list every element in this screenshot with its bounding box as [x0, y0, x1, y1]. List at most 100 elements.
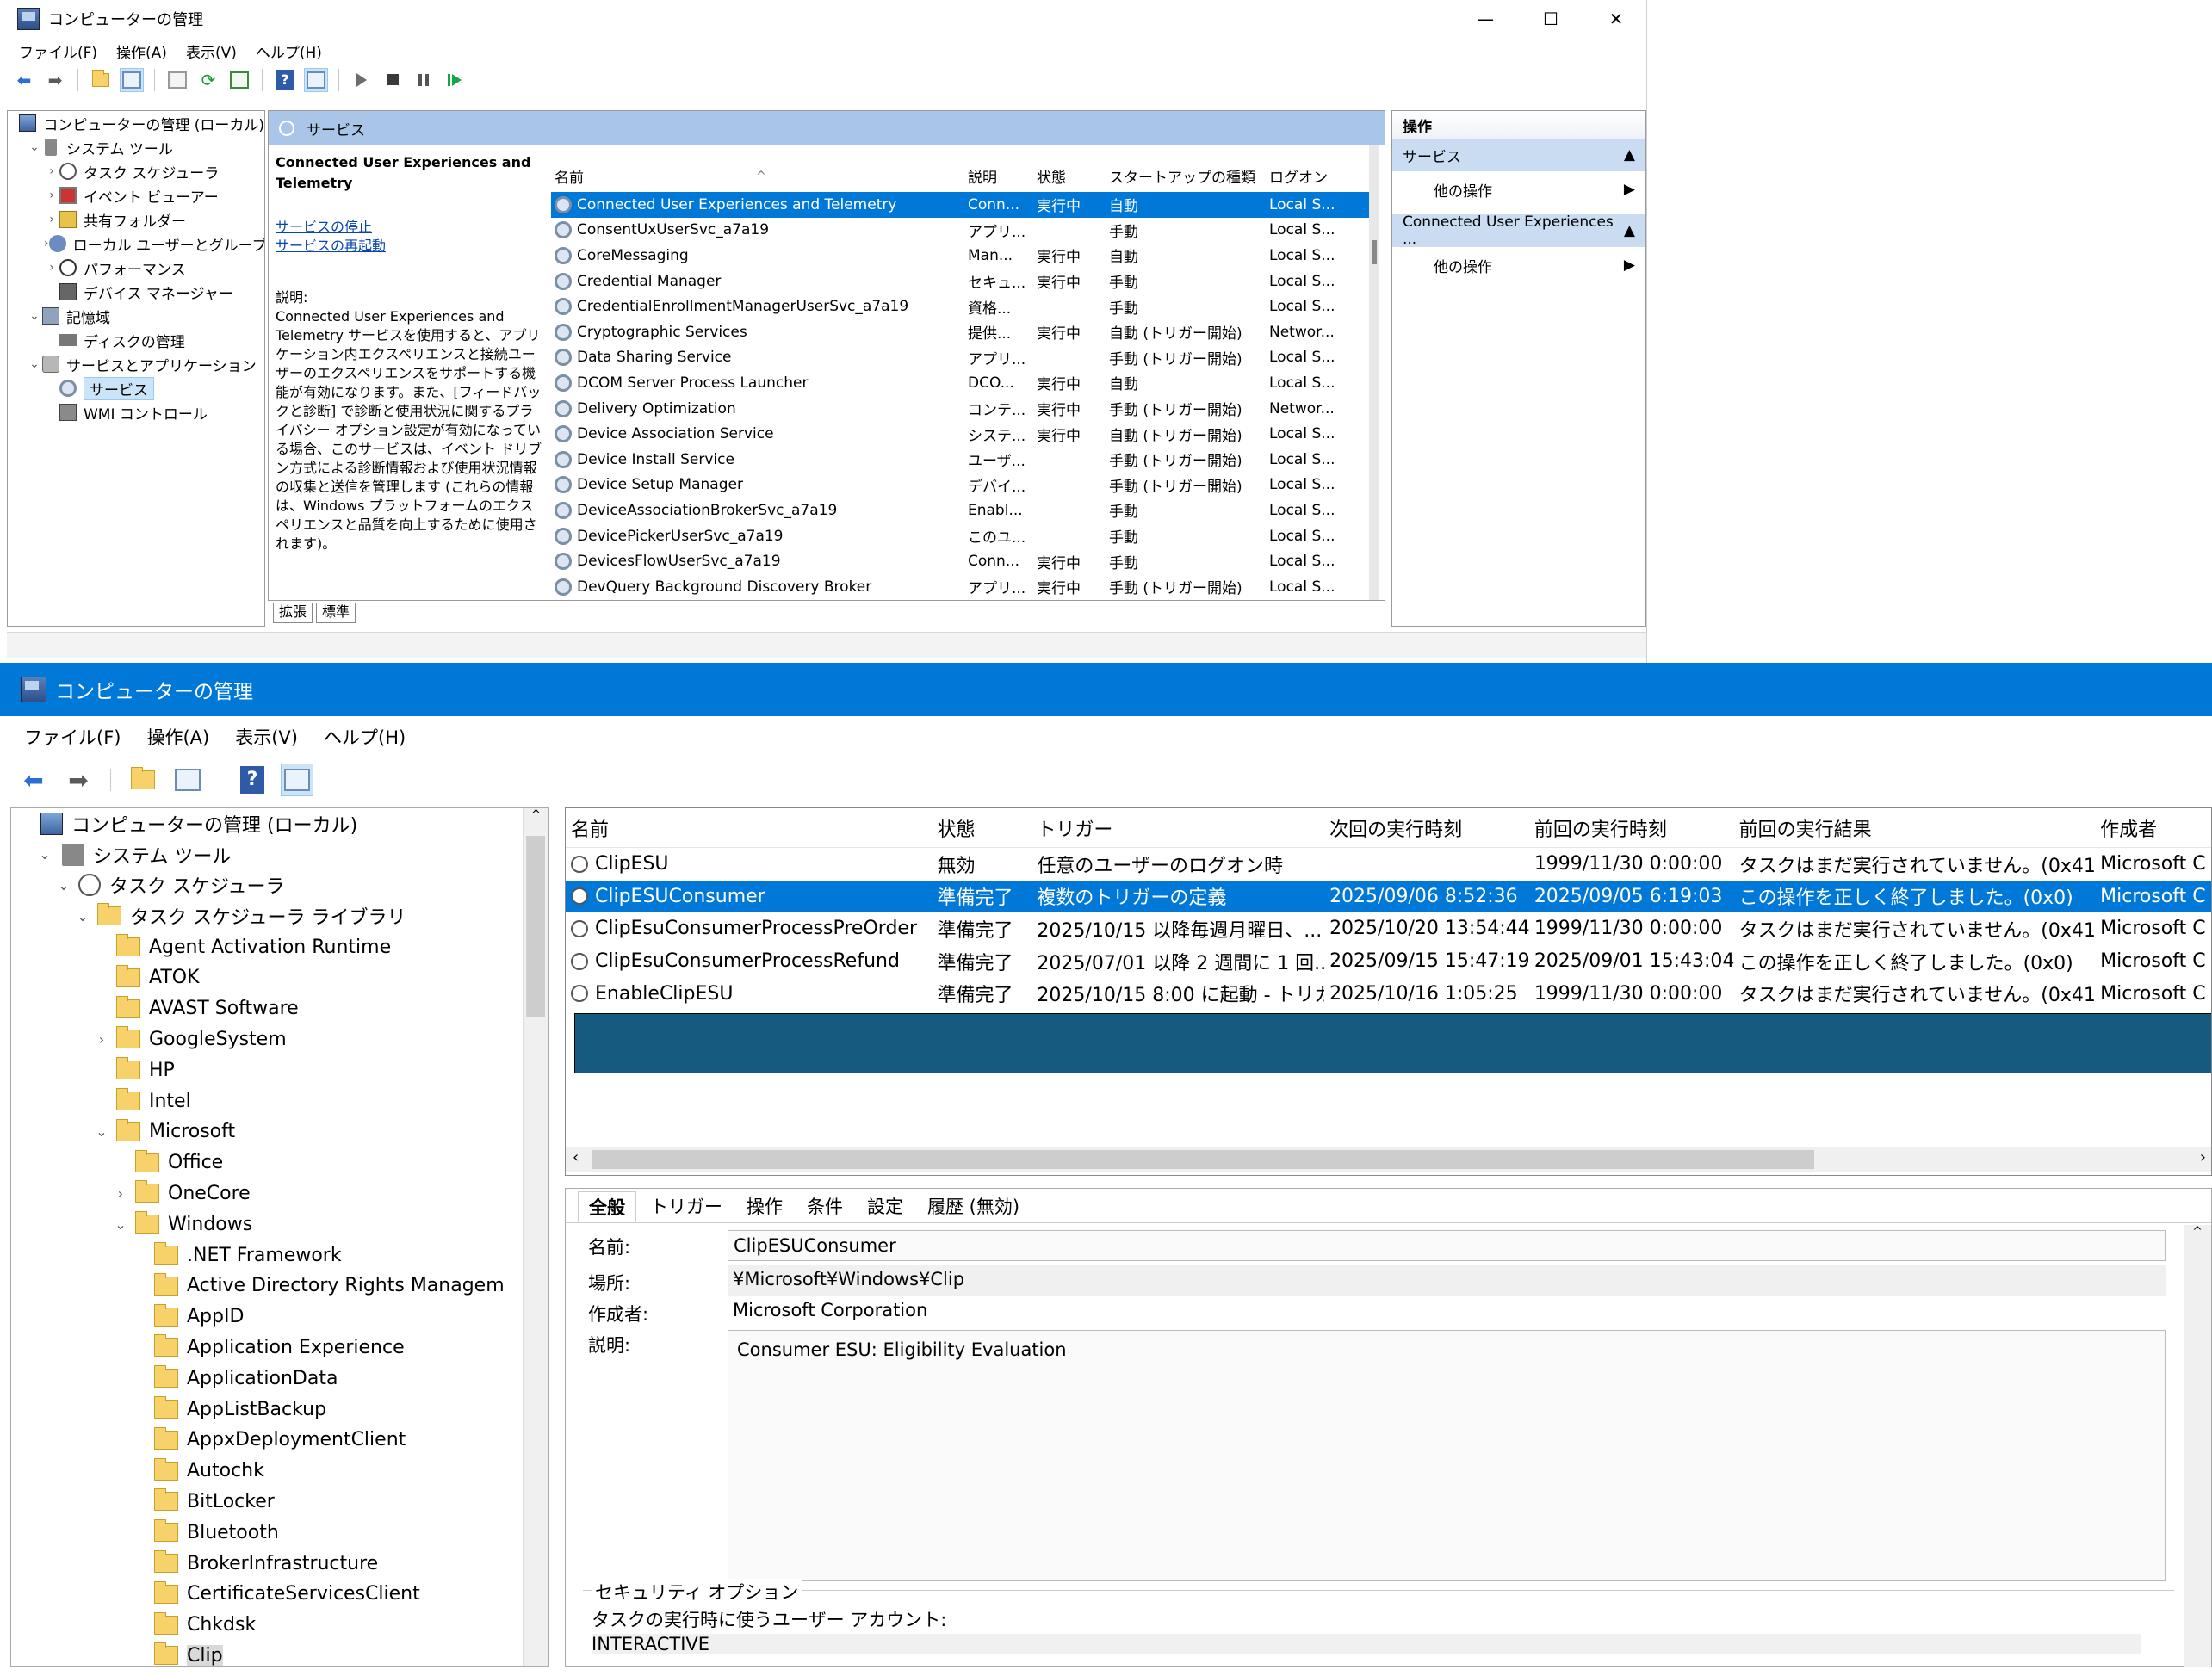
tree-item[interactable]: CertificateServicesClient — [11, 1579, 548, 1610]
action-pane-button[interactable] — [281, 764, 313, 796]
tree-item[interactable]: AppListBackup — [11, 1394, 548, 1425]
expand-toggle-icon[interactable]: › — [44, 164, 59, 178]
name-field[interactable]: ClipESUConsumer — [728, 1230, 2166, 1261]
pause-service-button[interactable] — [412, 68, 436, 92]
minimize-button[interactable]: — — [1453, 0, 1518, 38]
help-button[interactable]: ? — [236, 764, 269, 796]
tree-item[interactable]: ディスクの管理 — [8, 328, 264, 352]
tree-scroll-thumb[interactable] — [526, 836, 545, 1017]
tree-item[interactable]: Intel — [11, 1085, 548, 1116]
expand-toggle-icon[interactable]: › — [44, 237, 49, 250]
tree-item[interactable]: BrokerInfrastructure — [11, 1548, 548, 1579]
stop-service-button[interactable] — [381, 68, 405, 92]
tree-item[interactable]: › 共有フォルダー — [8, 207, 264, 232]
column-next-run[interactable]: 次回の実行時刻 — [1324, 814, 1529, 842]
column-last-run[interactable]: 前回の実行時刻 — [1529, 814, 1734, 842]
tree-item[interactable]: AVAST Software — [11, 993, 548, 1024]
menu-action[interactable]: 操作(A) — [146, 724, 209, 750]
tree-item[interactable]: BitLocker — [11, 1487, 548, 1518]
service-row[interactable]: Connected User Experiences and Telemetry… — [551, 192, 1378, 218]
service-row[interactable]: DeviceAssociationBrokerSvc_a7a19 Enabl...… — [551, 498, 1378, 523]
detail-scrollbar[interactable]: ^ — [2184, 1225, 2211, 1667]
task-row[interactable]: ClipESUConsumer 準備完了 複数のトリガーの定義 2025/09/06 … — [566, 880, 2211, 913]
tab-extended[interactable]: 拡張 — [273, 603, 313, 623]
task-row[interactable]: ClipEsuConsumerProcessPreOrder 準備完了 2025/1… — [566, 912, 2211, 945]
scroll-right-icon[interactable]: › — [2200, 1148, 2206, 1166]
resume-service-button[interactable] — [443, 68, 467, 92]
tree-item[interactable]: Bluetooth — [11, 1517, 548, 1548]
tree-item[interactable]: Chkdsk — [11, 1610, 548, 1641]
tree-scrollbar[interactable]: ^ — [523, 808, 548, 1666]
tree-item[interactable]: コンピューターの管理 (ローカル) — [8, 111, 264, 135]
up-folder-button[interactable] — [89, 68, 113, 92]
expand-toggle-icon[interactable]: › — [106, 1185, 135, 1202]
expand-toggle-icon[interactable]: › — [87, 1031, 116, 1048]
scroll-up-icon[interactable]: ^ — [2184, 1225, 2211, 1239]
tab-conditions[interactable]: 条件 — [796, 1191, 853, 1222]
tree-item[interactable]: ⌄ タスク スケジューラ ライブラリ — [11, 900, 548, 931]
tree-item[interactable]: Clip — [11, 1641, 548, 1666]
task-row[interactable]: EnableClipESU 準備完了 2025/10/15 8:00 に起動 - ト… — [566, 977, 2211, 1010]
column-name[interactable]: 名前 ^ — [551, 165, 964, 188]
tab-settings[interactable]: 設定 — [857, 1191, 914, 1222]
action-pane-button[interactable] — [304, 67, 328, 92]
tree-item[interactable]: .NET Framework — [11, 1240, 548, 1271]
forward-button[interactable]: ➡ — [62, 764, 95, 796]
export-button[interactable] — [227, 68, 251, 92]
tree-item[interactable]: サービス — [8, 376, 264, 400]
tree-item[interactable]: Application Experience — [11, 1333, 548, 1364]
forward-button[interactable]: ➡ — [43, 68, 67, 92]
tree-item[interactable]: ⌄ サービスとアプリケーション — [8, 352, 264, 376]
actions-section-selected-service[interactable]: Connected User Experiences ... ▲ — [1392, 213, 1645, 248]
tree-item[interactable]: › OneCore — [11, 1178, 548, 1209]
expand-toggle-icon[interactable]: ⌄ — [68, 908, 97, 925]
tree-item[interactable]: デバイス マネージャー — [8, 280, 264, 304]
menu-view[interactable]: 表示(V) — [235, 724, 298, 750]
column-author[interactable]: 作成者 — [2095, 814, 2211, 842]
column-logon[interactable]: ログオン — [1266, 165, 1348, 187]
tree-item[interactable]: ⌄ 記憶域 — [8, 304, 264, 328]
tree-item[interactable]: › パフォーマンス — [8, 256, 264, 280]
service-row[interactable]: Data Sharing Service アプリ... 手動 (トリガー開始) Loc… — [551, 345, 1378, 371]
expand-toggle-icon[interactable]: ⌄ — [87, 1123, 116, 1140]
task-row[interactable]: ClipESU 無効 任意のユーザーのログオン時 1999/11/30 0:00:00… — [566, 848, 2211, 881]
tree-item[interactable]: AppxDeploymentClient — [11, 1425, 548, 1456]
back-button[interactable]: ⬅ — [12, 68, 36, 92]
tree-item[interactable]: WMI コントロール — [8, 400, 264, 424]
column-desc[interactable]: 説明 — [964, 165, 1033, 187]
maximize-button[interactable]: ☐ — [1518, 0, 1583, 38]
tree-item[interactable]: コンピューターの管理 (ローカル) — [11, 808, 548, 839]
expand-toggle-icon[interactable]: ⌄ — [27, 140, 42, 154]
show-hide-tree-button[interactable] — [171, 764, 204, 796]
services-scrollbar[interactable] — [1369, 145, 1379, 600]
column-last-result[interactable]: 前回の実行結果 — [1734, 814, 2096, 842]
tree-item[interactable]: ⌄ システム ツール — [11, 839, 548, 870]
column-name[interactable]: 名前 — [566, 814, 933, 842]
tree-item[interactable]: Agent Activation Runtime — [11, 931, 548, 962]
tab-general[interactable]: 全般 — [578, 1191, 636, 1222]
service-row[interactable]: DCOM Server Process Launcher DCO... 実行中 自動 L… — [551, 370, 1378, 396]
service-row[interactable]: Credential Manager セキュ... 実行中 手動 Local S... — [551, 269, 1378, 294]
service-row[interactable]: DHCP Clientこのコ...実行中自動Local S... — [551, 600, 1378, 601]
expand-toggle-icon[interactable]: ⌄ — [106, 1216, 135, 1233]
tree-item[interactable]: ⌄ システム ツール — [8, 135, 264, 159]
menu-file[interactable]: ファイル(F) — [19, 40, 97, 62]
tree-item[interactable]: ⌄ Microsoft — [11, 1116, 548, 1147]
column-status[interactable]: 状態 — [933, 814, 1032, 842]
hscroll-thumb[interactable] — [592, 1150, 1814, 1169]
column-status[interactable]: 状態 — [1033, 165, 1106, 187]
menu-action[interactable]: 操作(A) — [116, 40, 167, 62]
service-row[interactable]: CredentialEnrollmentManagerUserSvc_a7a19… — [551, 294, 1378, 319]
tree-item[interactable]: › GoogleSystem — [11, 1024, 548, 1055]
expand-toggle-icon[interactable]: › — [44, 213, 59, 226]
menu-help[interactable]: ヘルプ(H) — [256, 40, 322, 62]
expand-toggle-icon[interactable]: ⌄ — [27, 357, 42, 371]
menu-file[interactable]: ファイル(F) — [24, 724, 121, 750]
column-startup[interactable]: スタートアップの種類 — [1106, 165, 1266, 187]
more-actions-services[interactable]: 他の操作 ▶ — [1392, 171, 1645, 207]
help-button[interactable]: ? — [273, 68, 297, 92]
service-row[interactable]: Device Association Service システ... 実行中 自動 (ト… — [551, 421, 1378, 447]
tree-item[interactable]: › ローカル ユーザーとグループ — [8, 232, 264, 256]
tree-item[interactable]: ⌄ Windows — [11, 1209, 548, 1240]
expand-toggle-icon[interactable]: ⌄ — [49, 877, 78, 894]
